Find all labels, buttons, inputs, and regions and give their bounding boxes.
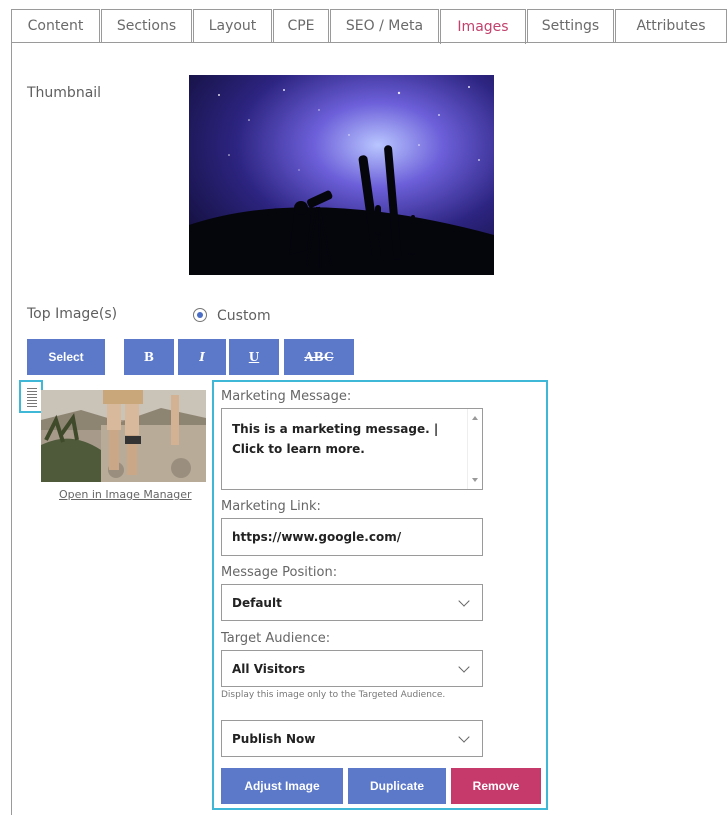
tab-layout[interactable]: Layout (193, 9, 272, 42)
select-button[interactable]: Select (27, 339, 105, 375)
message-position-value: Default (232, 596, 282, 610)
message-position-select[interactable]: Default (221, 584, 483, 621)
message-position-label: Message Position: (221, 565, 338, 580)
strikethrough-button[interactable]: ABC (284, 339, 354, 375)
custom-radio[interactable] (193, 308, 207, 322)
chevron-down-icon (458, 661, 470, 673)
adjust-image-button[interactable]: Adjust Image (221, 768, 343, 804)
tab-seo-meta[interactable]: SEO / Meta (330, 9, 439, 42)
tab-images[interactable]: Images (440, 9, 526, 44)
open-in-image-manager-link[interactable]: Open in Image Manager (59, 488, 192, 501)
italic-button[interactable]: I (178, 339, 226, 375)
top-image-preview[interactable] (41, 390, 206, 482)
target-audience-hint: Display this image only to the Targeted … (221, 690, 446, 700)
marketing-link-input[interactable]: https://www.google.com/ (221, 518, 483, 556)
duplicate-button[interactable]: Duplicate (348, 768, 446, 804)
target-audience-select[interactable]: All Visitors (221, 650, 483, 687)
custom-radio-label: Custom (217, 308, 271, 324)
chevron-down-icon (458, 731, 470, 743)
night-sky-image (189, 75, 494, 275)
drag-handle-icon[interactable] (19, 380, 43, 413)
publish-select[interactable]: Publish Now (221, 720, 483, 757)
thumbnail-label: Thumbnail (27, 85, 102, 101)
target-audience-value: All Visitors (232, 662, 306, 676)
underline-button[interactable]: U (229, 339, 279, 375)
marketing-message-textarea[interactable]: This is a marketing message. | Click to … (221, 408, 483, 490)
hikers-image (41, 390, 206, 482)
tab-attributes[interactable]: Attributes (615, 9, 727, 42)
remove-button[interactable]: Remove (451, 768, 541, 804)
top-images-label: Top Image(s) (27, 306, 118, 322)
target-audience-label: Target Audience: (221, 631, 331, 646)
tab-cpe[interactable]: CPE (273, 9, 329, 42)
textarea-scrollbar[interactable] (467, 409, 482, 489)
marketing-message-label: Marketing Message: (221, 389, 352, 404)
tab-settings[interactable]: Settings (527, 9, 614, 42)
publish-value: Publish Now (232, 732, 316, 746)
bold-button[interactable]: B (124, 339, 174, 375)
marketing-link-label: Marketing Link: (221, 499, 321, 514)
marketing-message-text: This is a marketing message. | Click to … (232, 422, 439, 456)
tab-content[interactable]: Content (11, 9, 100, 42)
chevron-down-icon (458, 595, 470, 607)
thumbnail-image[interactable] (189, 75, 494, 275)
marketing-link-value: https://www.google.com/ (232, 530, 402, 544)
tab-sections[interactable]: Sections (101, 9, 192, 42)
